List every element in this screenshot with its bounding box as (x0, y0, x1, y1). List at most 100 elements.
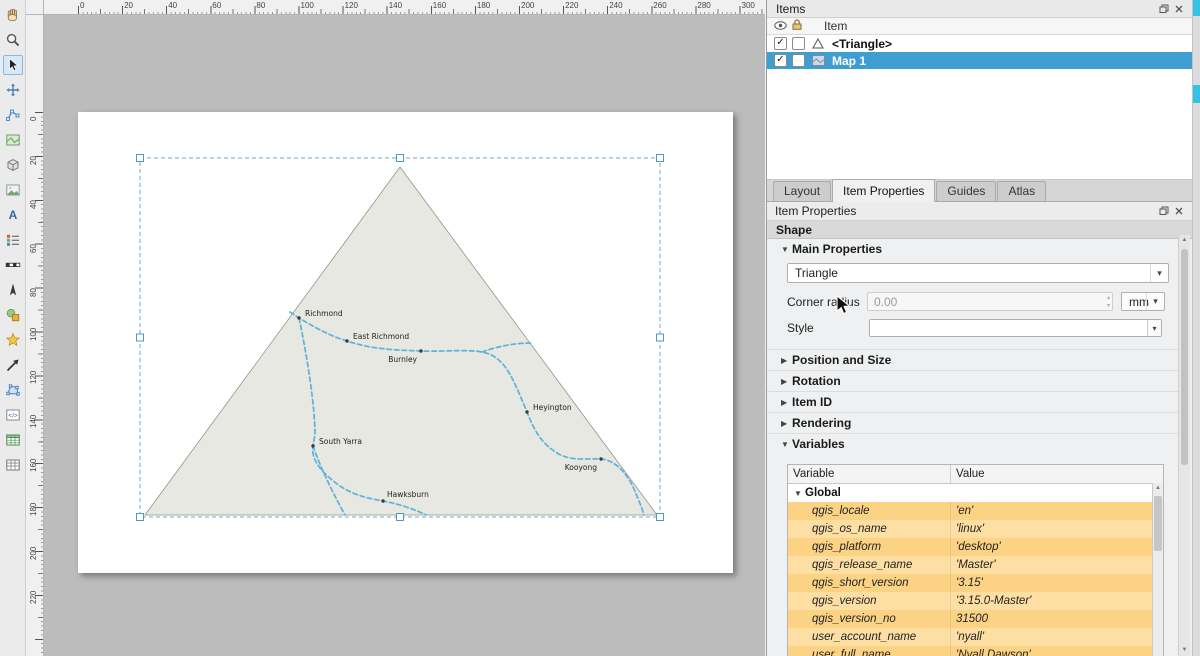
variable-name: qgis_locale (788, 502, 951, 520)
collapse-arrow-icon: ▼ (781, 245, 792, 254)
edit-nodes-item-tool[interactable] (3, 105, 23, 125)
variable-row[interactable]: user_full_name'Nyall Dawson' (788, 646, 1163, 656)
station-label: Burnley (388, 355, 417, 364)
map-item-icon (812, 55, 828, 66)
selection-handle[interactable] (657, 155, 664, 162)
items-tree-row[interactable]: ✓<Triangle> (767, 35, 1200, 52)
scroll-down-icon[interactable]: ▼ (1179, 645, 1190, 656)
layout-toolbox: A </> (0, 0, 26, 656)
tab-item-properties[interactable]: Item Properties (832, 179, 935, 202)
add-fixed-table-tool[interactable] (3, 455, 23, 475)
group-rendering[interactable]: ▶Rendering (767, 412, 1179, 433)
variable-row[interactable]: qgis_short_version'3.15' (788, 574, 1163, 592)
svg-text:A: A (8, 208, 17, 222)
add-map-tool[interactable] (3, 130, 23, 150)
selection-handle[interactable] (657, 334, 664, 341)
variable-value: 'en' (951, 505, 973, 517)
selection-handle[interactable] (657, 514, 664, 521)
variable-name: qgis_platform (788, 538, 951, 556)
add-scalebar-tool[interactable] (3, 255, 23, 275)
station-point (525, 410, 528, 413)
variable-row[interactable]: qgis_os_name'linux' (788, 520, 1163, 538)
ruler-label: 220 (29, 591, 38, 604)
lock-checkbox[interactable] (792, 37, 805, 50)
ruler-label: 0 (80, 1, 84, 10)
lock-column-icon (792, 19, 810, 33)
variable-value: 31500 (951, 613, 988, 625)
selection-handle[interactable] (137, 155, 144, 162)
style-label: Style (787, 321, 869, 335)
svg-text:</>: </> (8, 413, 18, 420)
variable-row[interactable]: qgis_locale'en' (788, 502, 1163, 520)
add-marker-tool[interactable] (3, 330, 23, 350)
tab-guides[interactable]: Guides (936, 181, 996, 201)
add-3d-map-tool[interactable] (3, 155, 23, 175)
visibility-checkbox[interactable]: ✓ (774, 54, 787, 67)
selection-handle[interactable] (137, 334, 144, 341)
tab-layout[interactable]: Layout (773, 181, 831, 201)
scrollbar-thumb[interactable] (1154, 496, 1162, 551)
group-variables[interactable]: ▼ Variables (767, 433, 1179, 454)
items-panel-title: Items (776, 2, 1159, 16)
items-undock-icon[interactable] (1159, 4, 1169, 14)
selection-handle[interactable] (137, 514, 144, 521)
map-item[interactable]: RichmondEast RichmondBurnleyHeyingtonSou… (78, 112, 733, 573)
move-item-content-tool[interactable] (3, 80, 23, 100)
variable-row[interactable]: qgis_version_no31500 (788, 610, 1163, 628)
add-shape-tool[interactable] (3, 305, 23, 325)
items-tree-row[interactable]: ✓Map 1 (767, 52, 1200, 69)
spin-buttons-icon[interactable]: ▴▾ (1107, 294, 1110, 310)
add-html-tool[interactable]: </> (3, 405, 23, 425)
station-point (419, 349, 422, 352)
items-close-icon[interactable] (1174, 4, 1184, 14)
ruler-label: 280 (697, 1, 710, 10)
selection-handle[interactable] (397, 155, 404, 162)
add-attribute-table-tool[interactable] (3, 430, 23, 450)
properties-undock-icon[interactable] (1159, 206, 1169, 216)
lock-checkbox[interactable] (792, 54, 805, 67)
station-point (297, 316, 300, 319)
visibility-checkbox[interactable]: ✓ (774, 37, 787, 50)
style-button[interactable]: ▾ (869, 319, 1162, 337)
group-item-id[interactable]: ▶Item ID (767, 391, 1179, 412)
horizontal-ruler: 0204060801001201401601802002202402602803… (44, 0, 765, 15)
ruler-label: 40 (168, 1, 177, 10)
unit-combo[interactable]: mm ▾ (1121, 292, 1165, 311)
layout-canvas[interactable]: RichmondEast RichmondBurnleyHeyingtonSou… (44, 15, 765, 656)
ruler-label: 180 (477, 1, 490, 10)
properties-close-icon[interactable] (1174, 206, 1184, 216)
scroll-up-icon[interactable]: ▲ (1153, 483, 1163, 493)
add-picture-tool[interactable] (3, 180, 23, 200)
pan-tool[interactable] (3, 5, 23, 25)
corner-radius-spinbox[interactable]: 0.00 ▴▾ (867, 292, 1113, 311)
station-point (381, 499, 384, 502)
variables-scope-row[interactable]: ▼ Global (788, 484, 1163, 502)
tab-atlas[interactable]: Atlas (997, 181, 1046, 201)
add-node-item-tool[interactable] (3, 380, 23, 400)
layout-page: RichmondEast RichmondBurnleyHeyingtonSou… (78, 112, 733, 573)
chevron-down-icon: ▾ (1146, 293, 1164, 310)
scroll-up-icon[interactable]: ▲ (1179, 235, 1190, 246)
group-main-properties[interactable]: ▼ Main Properties (767, 241, 1179, 257)
add-legend-tool[interactable] (3, 230, 23, 250)
variable-row[interactable]: qgis_platform'desktop' (788, 538, 1163, 556)
variables-scrollbar[interactable]: ▲ (1152, 483, 1163, 656)
variable-row[interactable]: qgis_version'3.15.0-Master' (788, 592, 1163, 610)
add-north-arrow-tool[interactable] (3, 280, 23, 300)
shape-type-combo[interactable]: Triangle ▾ (787, 263, 1169, 283)
selection-handle[interactable] (397, 514, 404, 521)
select-move-item-tool[interactable] (3, 55, 23, 75)
item-properties-title: Item Properties (775, 204, 1159, 218)
properties-scrollbar[interactable]: ▲ ▼ (1178, 235, 1190, 656)
station-label: South Yarra (319, 437, 362, 446)
add-label-tool[interactable]: A (3, 205, 23, 225)
add-arrow-tool[interactable] (3, 355, 23, 375)
variable-row[interactable]: qgis_release_name'Master' (788, 556, 1163, 574)
ruler-label: 60 (29, 244, 38, 253)
group-rotation[interactable]: ▶Rotation (767, 370, 1179, 391)
zoom-tool[interactable] (3, 30, 23, 50)
group-position-and-size[interactable]: ▶Position and Size (767, 349, 1179, 370)
dock-edge-scrollbar[interactable] (1192, 0, 1200, 656)
scrollbar-thumb[interactable] (1181, 249, 1188, 465)
variable-row[interactable]: user_account_name'nyall' (788, 628, 1163, 646)
